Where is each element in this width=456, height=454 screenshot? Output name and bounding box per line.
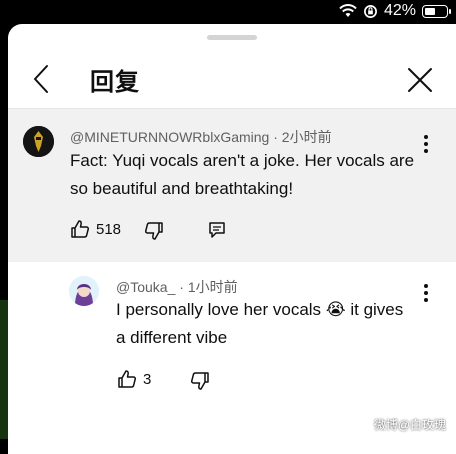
status-icons: 42%	[339, 2, 451, 20]
thumbs-up-icon	[71, 220, 90, 238]
battery-icon	[422, 4, 451, 18]
drag-handle[interactable]	[207, 35, 257, 40]
comment-meta: @MINETURNNOWRblxGaming · 2小时前	[70, 127, 332, 147]
comment-time: 2小时前	[281, 129, 332, 145]
reply-thumbs-down-icon[interactable]	[190, 371, 210, 391]
comment-author[interactable]: @MINETURNNOWRblxGaming	[70, 129, 269, 145]
reply-like-count: 3	[143, 370, 152, 388]
reply-avatar[interactable]	[69, 276, 99, 306]
avatar[interactable]	[23, 126, 54, 157]
reply-avatar-image	[69, 276, 99, 306]
reply-comment-icon[interactable]	[208, 221, 226, 239]
reply-more-options-icon[interactable]	[416, 281, 436, 305]
thumbs-down-icon[interactable]	[144, 221, 164, 241]
avatar-image	[23, 126, 54, 157]
thumbs-up-icon	[118, 370, 137, 388]
wifi-icon	[339, 4, 357, 17]
status-bar: 42%	[0, 0, 456, 24]
page-title: 回复	[90, 69, 140, 96]
background-video-edge	[0, 300, 8, 439]
rotation-lock-icon	[364, 4, 377, 18]
comment-text: Fact: Yuqi vocals aren't a joke. Her voc…	[70, 151, 415, 198]
like-button[interactable]: 518	[70, 219, 121, 239]
battery-percent: 42%	[383, 2, 416, 19]
meta-separator: ·	[179, 279, 184, 295]
back-arrow-icon[interactable]	[30, 63, 54, 95]
reply-like-button[interactable]: 3	[117, 369, 151, 389]
panel-header: 回复	[8, 50, 456, 108]
reply-meta: @Touka_ · 1小时前	[116, 277, 238, 297]
reply-time: 1小时前	[187, 279, 238, 295]
close-icon[interactable]	[406, 66, 434, 94]
watermark: 微博@白玫瑰	[373, 418, 446, 432]
reply-author[interactable]: @Touka_	[116, 279, 175, 295]
reply-text: I personally love her vocals 😭 it gives …	[116, 300, 404, 347]
meta-separator: ·	[273, 129, 278, 145]
replies-panel: 回复 @MINETURNNOWRblxGaming · 2小时前 Fact: Y…	[8, 24, 456, 454]
like-count: 518	[96, 220, 122, 238]
